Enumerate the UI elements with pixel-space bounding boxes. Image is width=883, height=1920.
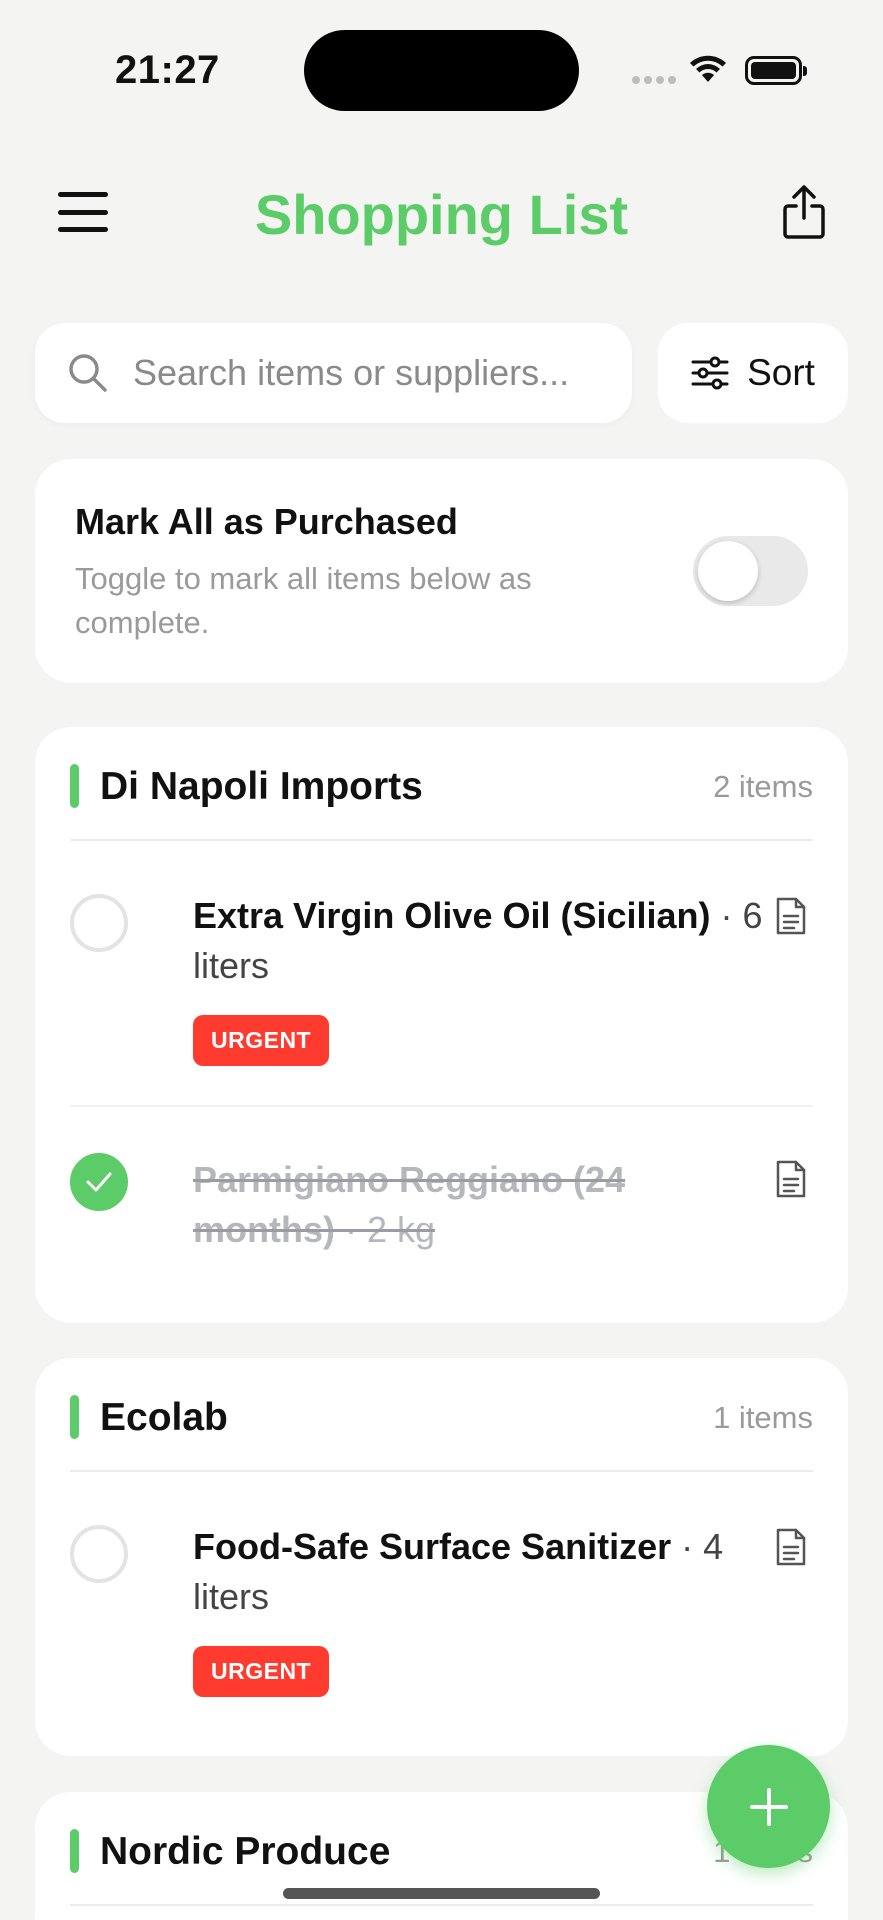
sort-button[interactable]: Sort — [658, 323, 848, 423]
sliders-icon — [691, 356, 729, 390]
group-accent-bar — [70, 764, 79, 808]
app-header: Shopping List — [0, 160, 883, 260]
mark-all-card: Mark All as Purchased Toggle to mark all… — [35, 459, 848, 683]
urgent-badge: URGENT — [193, 1646, 330, 1697]
home-indicator — [283, 1888, 600, 1899]
item-text: Parmigiano Reggiano (24 months) · 2 kg — [193, 1155, 768, 1255]
battery-icon — [745, 56, 807, 85]
item-name: Food-Safe Surface Sanitizer — [193, 1526, 672, 1567]
group-name: Ecolab — [100, 1396, 228, 1439]
search-icon — [69, 354, 107, 392]
item-checkbox[interactable] — [70, 894, 128, 952]
mark-all-toggle[interactable] — [693, 536, 808, 606]
group-header: Ecolab 1 items — [70, 1358, 813, 1472]
search-input[interactable] — [133, 352, 593, 394]
document-icon[interactable] — [774, 1527, 808, 1567]
item-checkbox[interactable] — [70, 1525, 128, 1583]
item-quantity: · 2 kg — [334, 1209, 436, 1250]
check-icon — [86, 1172, 112, 1192]
sort-label: Sort — [747, 352, 815, 393]
share-icon[interactable] — [780, 184, 828, 240]
document-icon[interactable] — [774, 896, 808, 936]
urgent-badge: URGENT — [193, 1015, 330, 1066]
group-name: Nordic Produce — [100, 1830, 391, 1873]
status-time: 21:27 — [115, 48, 220, 92]
item-text: Food-Safe Surface Sanitizer · 4 liters — [193, 1522, 768, 1622]
group-count: 2 items — [713, 769, 813, 804]
dynamic-island — [304, 30, 579, 111]
status-bar: 21:27 — [0, 0, 883, 130]
mark-all-subtitle: Toggle to mark all items below as comple… — [75, 561, 532, 640]
group-name: Di Napoli Imports — [100, 765, 423, 808]
item-checkbox-checked[interactable] — [70, 1153, 128, 1211]
list-item: Parmigiano Reggiano (24 months) · 2 kg — [70, 1105, 813, 1305]
toggle-knob — [698, 541, 758, 601]
document-icon[interactable] — [774, 1159, 808, 1199]
group-accent-bar — [70, 1829, 79, 1873]
item-text: Extra Virgin Olive Oil (Sicilian) · 6 li… — [193, 891, 768, 991]
supplier-group: Di Napoli Imports 2 items Extra Virgin O… — [35, 727, 848, 1323]
search-bar[interactable] — [35, 323, 632, 423]
cellular-signal-icon — [632, 76, 676, 84]
mark-all-title: Mark All as Purchased — [75, 501, 458, 542]
list-item: Extra Virgin Olive Oil (Sicilian) · 6 li… — [70, 841, 813, 1105]
group-accent-bar — [70, 1395, 79, 1439]
group-count: 1 items — [713, 1400, 813, 1435]
supplier-group: Ecolab 1 items Food-Safe Surface Sanitiz… — [35, 1358, 848, 1756]
group-header: Di Napoli Imports 2 items — [70, 727, 813, 841]
page-title: Shopping List — [254, 183, 629, 246]
list-item: Food-Safe Surface Sanitizer · 4 liters U… — [70, 1472, 813, 1736]
item-name: Extra Virgin Olive Oil (Sicilian) — [193, 895, 711, 936]
wifi-icon — [690, 55, 726, 82]
add-item-button[interactable] — [707, 1745, 830, 1868]
